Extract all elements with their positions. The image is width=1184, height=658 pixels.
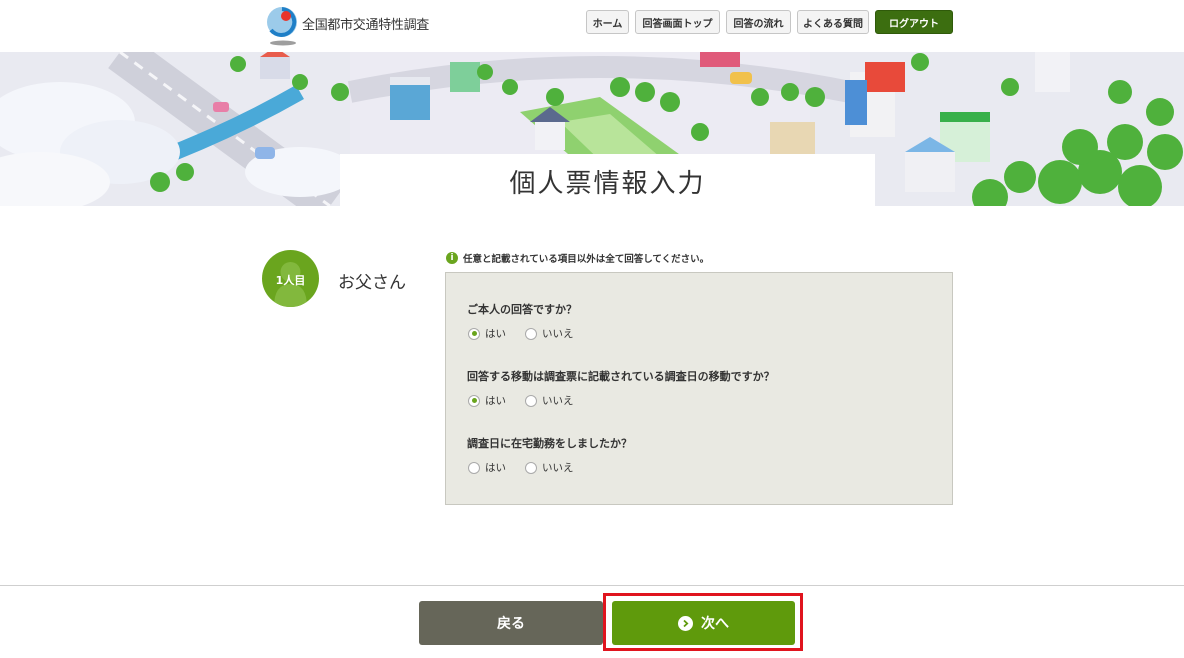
radio-button[interactable] xyxy=(468,394,480,407)
radio-button[interactable] xyxy=(525,394,537,407)
nav-answer-top-button[interactable]: 回答画面トップ xyxy=(635,10,720,34)
arrow-right-icon xyxy=(678,615,693,631)
notice-text: 任意と記載されている項目以外は全て回答してください。 xyxy=(463,254,710,265)
question-label: ご本人の回答ですか？ xyxy=(467,303,577,316)
radio-button[interactable] xyxy=(468,461,480,474)
site-name[interactable]: 全国都市交通特性調査 xyxy=(302,14,429,33)
option-label: はい xyxy=(485,395,506,407)
next-button[interactable]: 次へ xyxy=(612,601,795,645)
nav-faq-button[interactable]: よくある質問 xyxy=(797,10,869,34)
q3-option-no[interactable]: いいえ xyxy=(525,460,574,475)
page-title: 個人票情報入力 xyxy=(509,168,706,199)
option-label: いいえ xyxy=(542,328,574,340)
site-logo-icon xyxy=(267,7,297,46)
question-label: 調査日に在宅勤務をしましたか？ xyxy=(467,437,632,450)
next-button-label: 次へ xyxy=(701,616,729,632)
radio-button[interactable] xyxy=(468,327,480,340)
person-avatar: 1人目 xyxy=(262,250,319,307)
question-panel: ご本人の回答ですか？ はい いいえ 回答する移動は調査票に記載されている調査日の… xyxy=(445,272,953,505)
q1-option-yes[interactable]: はい xyxy=(468,326,506,341)
info-icon: i xyxy=(446,252,458,264)
option-label: はい xyxy=(485,328,506,340)
footer-divider xyxy=(0,585,1184,586)
radio-button[interactable] xyxy=(525,327,537,340)
q3-option-yes[interactable]: はい xyxy=(468,460,506,475)
option-label: いいえ xyxy=(542,395,574,407)
site-header: 全国都市交通特性調査 ホーム 回答画面トップ 回答の流れ よくある質問 ログアウ… xyxy=(0,0,1184,52)
option-label: いいえ xyxy=(542,462,574,474)
page-title-box: 個人票情報入力 xyxy=(340,154,875,206)
option-label: はい xyxy=(485,462,506,474)
back-button[interactable]: 戻る xyxy=(419,601,603,645)
nav-home-button[interactable]: ホーム xyxy=(586,10,629,34)
question-label: 回答する移動は調査票に記載されている調査日の移動ですか？ xyxy=(467,370,775,383)
person-name: お父さん xyxy=(338,273,406,293)
logout-button[interactable]: ログアウト xyxy=(875,10,953,34)
person-number: 1人目 xyxy=(275,274,306,287)
radio-button[interactable] xyxy=(525,461,537,474)
q2-option-yes[interactable]: はい xyxy=(468,393,506,408)
required-notice: i 任意と記載されている項目以外は全て回答してください。 xyxy=(446,251,709,265)
q1-option-no[interactable]: いいえ xyxy=(525,326,574,341)
q2-option-no[interactable]: いいえ xyxy=(525,393,574,408)
nav-flow-button[interactable]: 回答の流れ xyxy=(726,10,791,34)
